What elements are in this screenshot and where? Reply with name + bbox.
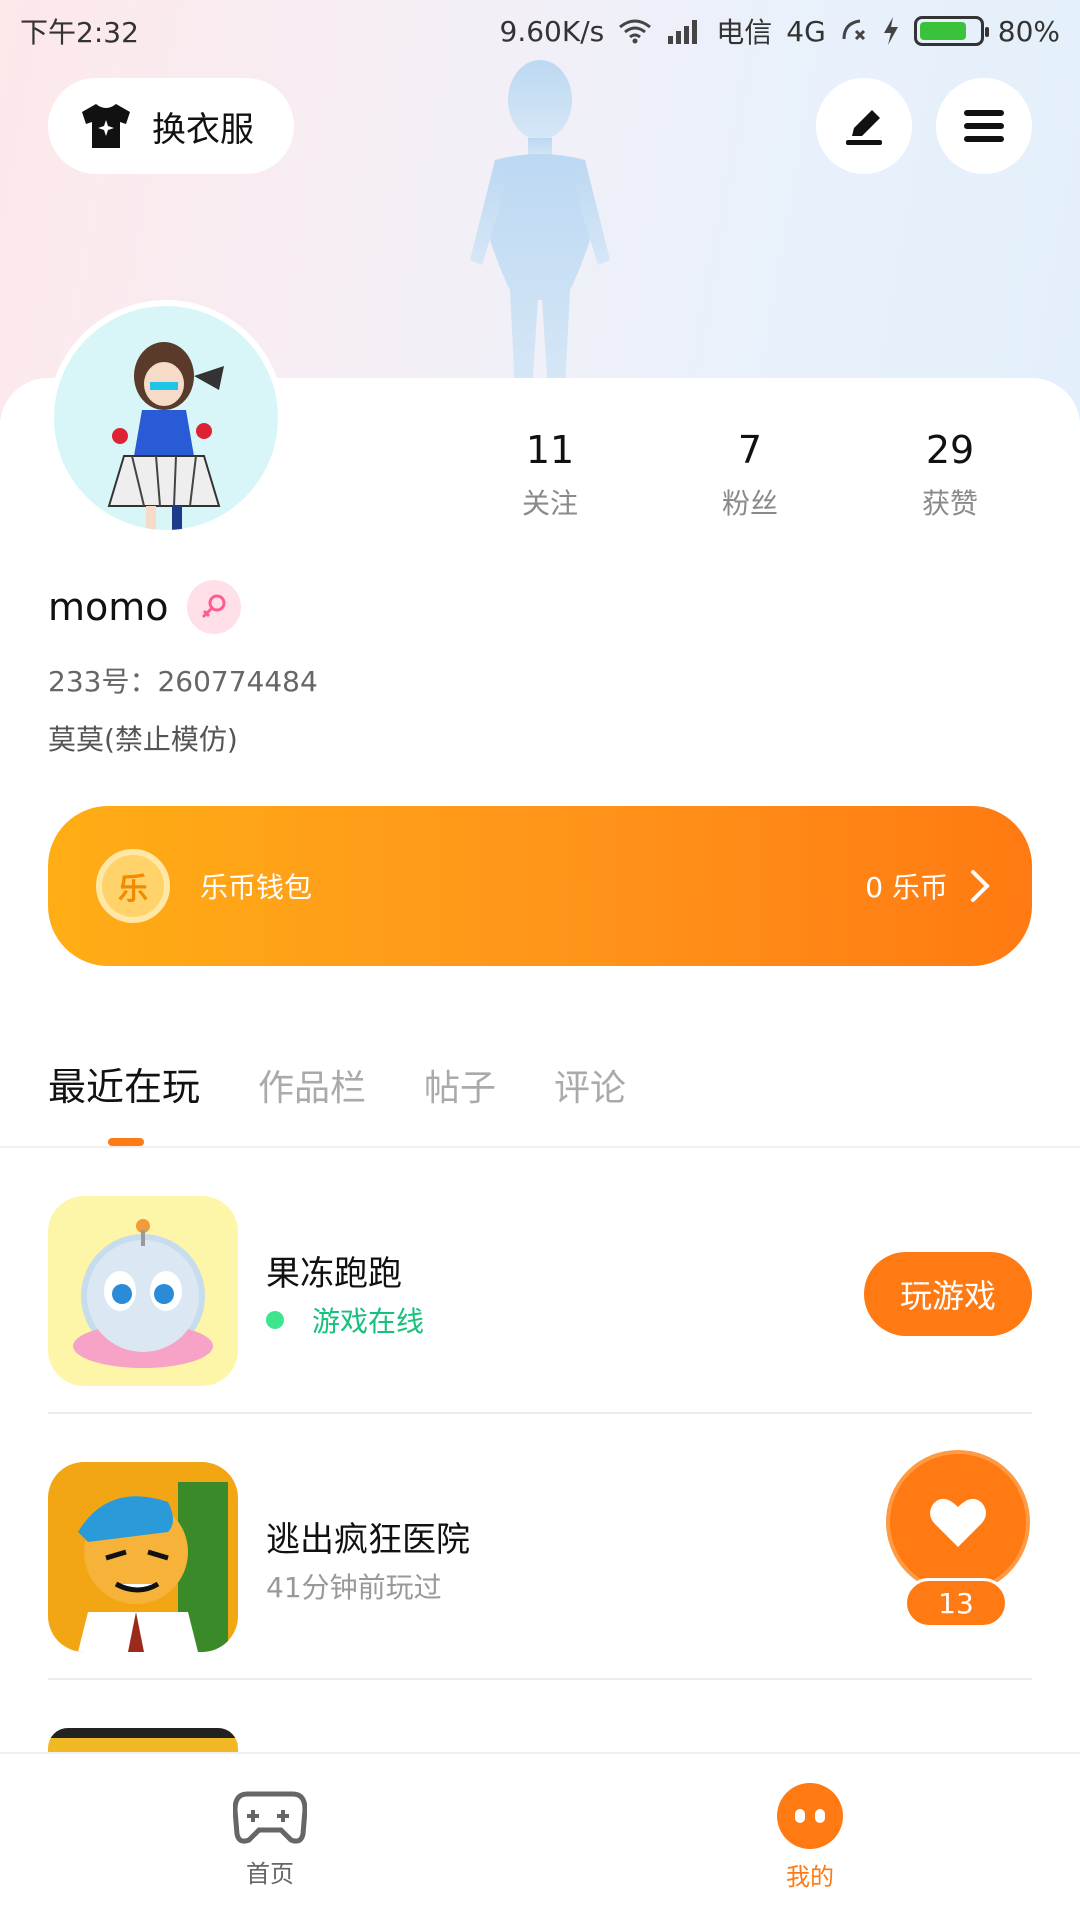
change-outfit-label: 换衣服 — [152, 109, 254, 150]
signal-icon — [668, 20, 698, 44]
stat-label: 获赞 — [921, 487, 978, 520]
profile-stats: 11 关注 7 粉丝 29 获赞 — [470, 428, 1030, 522]
gamepad-icon — [233, 1791, 307, 1844]
like-float-button[interactable]: 13 — [860, 1450, 1032, 1630]
tab-comments[interactable]: 评论 — [554, 1059, 626, 1111]
status-right: 9.60K/s 电信 4G 80% — [500, 11, 1061, 51]
game-online-status: 游戏在线 — [266, 1300, 424, 1340]
like-circle — [886, 1450, 1030, 1594]
row-divider — [48, 1678, 1032, 1680]
battery-fill — [919, 22, 967, 40]
bottom-navigation: 首页 我的 — [0, 1752, 1080, 1920]
stat-likes[interactable]: 29 获赞 — [870, 428, 1030, 522]
network-speed: 9.60K/s — [499, 14, 605, 48]
game-status-text: 游戏在线 — [312, 1305, 425, 1338]
game-title: 逃出疯狂医院 — [266, 1520, 470, 1560]
profile-tabs: 最近在玩 作品栏 帖子 评论 — [48, 1056, 626, 1111]
stat-label: 粉丝 — [721, 487, 778, 520]
battery-percent: 80% — [997, 14, 1060, 48]
status-time: 下午2:32 — [20, 16, 139, 49]
stat-value: 7 — [737, 428, 763, 472]
profile-bio: 莫莫(禁止模仿) — [48, 723, 238, 756]
wallet-amount: 0 乐币 — [865, 871, 948, 904]
coin-wallet-banner[interactable]: 乐 乐币钱包 0 乐币 — [48, 806, 1032, 966]
hamburger-menu-icon — [964, 110, 1004, 142]
tab-works[interactable]: 作品栏 — [258, 1059, 366, 1111]
change-outfit-button[interactable]: 换衣服 — [48, 78, 294, 174]
game-icon-escape-hospital — [48, 1462, 238, 1652]
nav-me[interactable]: 我的 — [540, 1754, 1080, 1920]
game-title: 果冻跑跑 — [266, 1254, 402, 1294]
pencil-icon — [846, 110, 882, 145]
game-icon-jelly-run — [48, 1196, 238, 1386]
avatar[interactable] — [48, 300, 284, 536]
game-icon-partial — [48, 1728, 238, 1752]
menu-button[interactable] — [936, 78, 1032, 174]
game-last-played: 41分钟前玩过 — [266, 1571, 442, 1604]
me-face-icon — [777, 1782, 843, 1849]
coin-icon: 乐 — [96, 849, 170, 923]
carrier-name: 电信 — [716, 16, 773, 49]
user-id: 233号：260774484 — [48, 665, 318, 698]
online-dot-icon — [266, 1311, 284, 1329]
avatar-character-image — [107, 342, 224, 530]
stat-value: 29 — [925, 428, 975, 472]
name-row: momo — [48, 580, 241, 634]
stat-value: 11 — [525, 428, 575, 472]
stat-following[interactable]: 11 关注 — [470, 428, 630, 522]
avatar-3d-figure — [470, 60, 610, 390]
tab-recent-play[interactable]: 最近在玩 — [48, 1056, 200, 1111]
status-bar: 下午2:32 9.60K/s 电信 4G 80% — [0, 0, 1080, 62]
edit-profile-button[interactable] — [816, 78, 912, 174]
network-type: 4G — [786, 14, 826, 48]
chevron-right-icon — [971, 870, 990, 902]
wifi-icon — [619, 19, 652, 44]
battery-icon — [913, 16, 989, 46]
female-gender-icon — [186, 580, 241, 634]
charging-icon — [883, 17, 898, 45]
active-tab-indicator — [108, 1138, 144, 1146]
stat-followers[interactable]: 7 粉丝 — [670, 428, 830, 522]
tab-posts[interactable]: 帖子 — [424, 1059, 496, 1111]
game-list-item[interactable]: 果冻跑跑 游戏在线 玩游戏 — [48, 1148, 1080, 1414]
nav-label: 我的 — [786, 1862, 834, 1891]
call-off-icon — [842, 19, 865, 41]
nav-label: 首页 — [246, 1859, 294, 1888]
stat-label: 关注 — [521, 487, 578, 520]
wallet-title: 乐币钱包 — [200, 871, 313, 904]
play-game-button[interactable]: 玩游戏 — [864, 1252, 1032, 1336]
heart-icon — [930, 1498, 986, 1547]
tshirt-icon — [82, 104, 130, 148]
nav-home[interactable]: 首页 — [0, 1754, 540, 1920]
profile-name: momo — [48, 585, 169, 629]
like-count: 13 — [904, 1578, 1008, 1628]
